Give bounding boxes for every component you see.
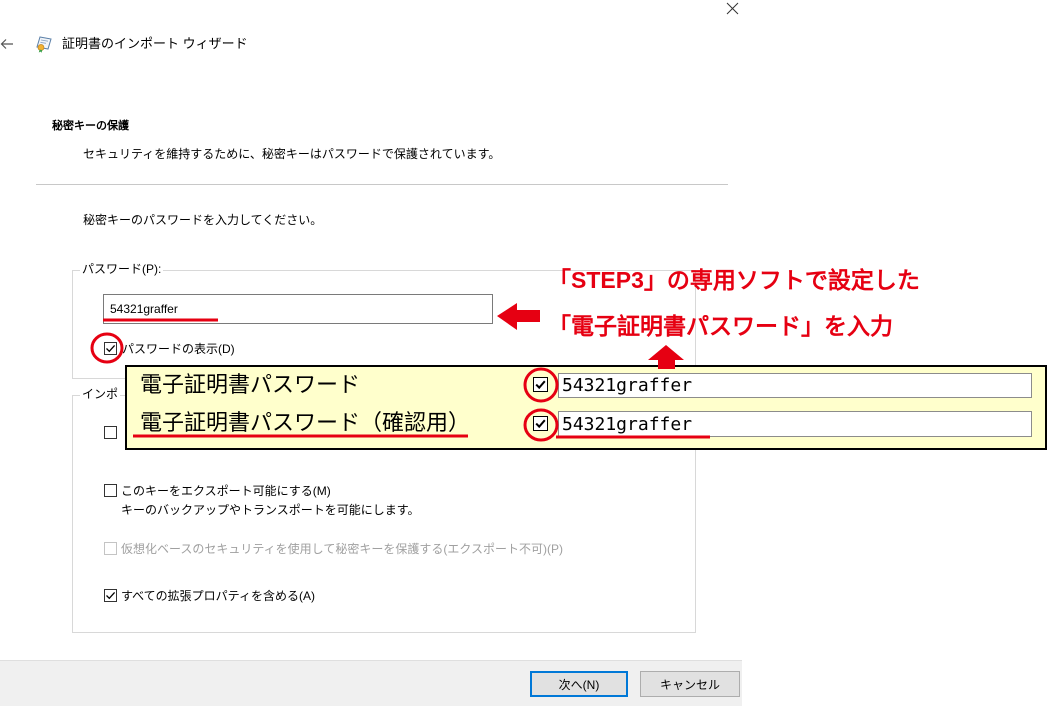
close-icon[interactable]	[726, 2, 739, 15]
checkmark-icon	[535, 419, 546, 429]
callout-text-line-2: 「電子証明書パスワード」を入力	[548, 313, 893, 339]
import-options-group-label: インポ	[80, 387, 121, 402]
header-divider	[36, 184, 728, 185]
cancel-button[interactable]: キャンセル	[640, 671, 740, 697]
next-button[interactable]: 次へ(N)	[530, 671, 628, 697]
callout-text-line-1: 「STEP3」の専用ソフトで設定した	[548, 267, 920, 293]
inset-password-input[interactable]	[558, 373, 1032, 398]
strong-protection-checkbox[interactable]	[104, 426, 117, 439]
password-group-label: パスワード(P):	[80, 262, 164, 277]
checkmark-icon	[106, 344, 116, 353]
page-heading: 秘密キーの保護	[52, 120, 129, 132]
exportable-key-description: キーのバックアップやトランスポートを可能にします。	[121, 503, 420, 517]
exportable-key-label: このキーをエクスポート可能にする(M)	[121, 484, 331, 498]
include-extended-properties-checkbox[interactable]	[104, 589, 117, 602]
password-reference-inset: 電子証明書パスワード 電子証明書パスワード（確認用）	[125, 365, 1047, 450]
page-subtitle: セキュリティを維持するために、秘密キーはパスワードで保護されています。	[83, 147, 501, 161]
inset-password-confirm-label: 電子証明書パスワード（確認用）	[140, 410, 471, 435]
back-arrow-icon[interactable]	[0, 38, 14, 50]
show-password-label: パスワードの表示(D)	[122, 342, 235, 356]
inset-password-label: 電子証明書パスワード	[140, 372, 361, 397]
window-title: 証明書のインポート ウィザード	[62, 36, 248, 51]
checkmark-icon	[535, 380, 546, 390]
inset-password-confirm-checkbox[interactable]	[533, 416, 548, 431]
virtualization-security-label: 仮想化ベースのセキュリティを使用して秘密キーを保護する(エクスポート不可)(P)	[121, 542, 563, 556]
password-input[interactable]	[103, 294, 493, 324]
certificate-icon	[36, 36, 52, 53]
wizard-footer	[0, 660, 742, 706]
virtualization-security-checkbox[interactable]	[104, 542, 117, 555]
checkmark-icon	[106, 591, 116, 600]
inset-password-confirm-input[interactable]	[558, 411, 1032, 437]
show-password-checkbox[interactable]	[104, 342, 117, 355]
include-extended-properties-label: すべての拡張プロパティを含める(A)	[121, 589, 315, 603]
password-instruction: 秘密キーのパスワードを入力してください。	[83, 213, 323, 227]
inset-password-checkbox[interactable]	[533, 377, 548, 392]
exportable-key-checkbox[interactable]	[104, 484, 117, 497]
